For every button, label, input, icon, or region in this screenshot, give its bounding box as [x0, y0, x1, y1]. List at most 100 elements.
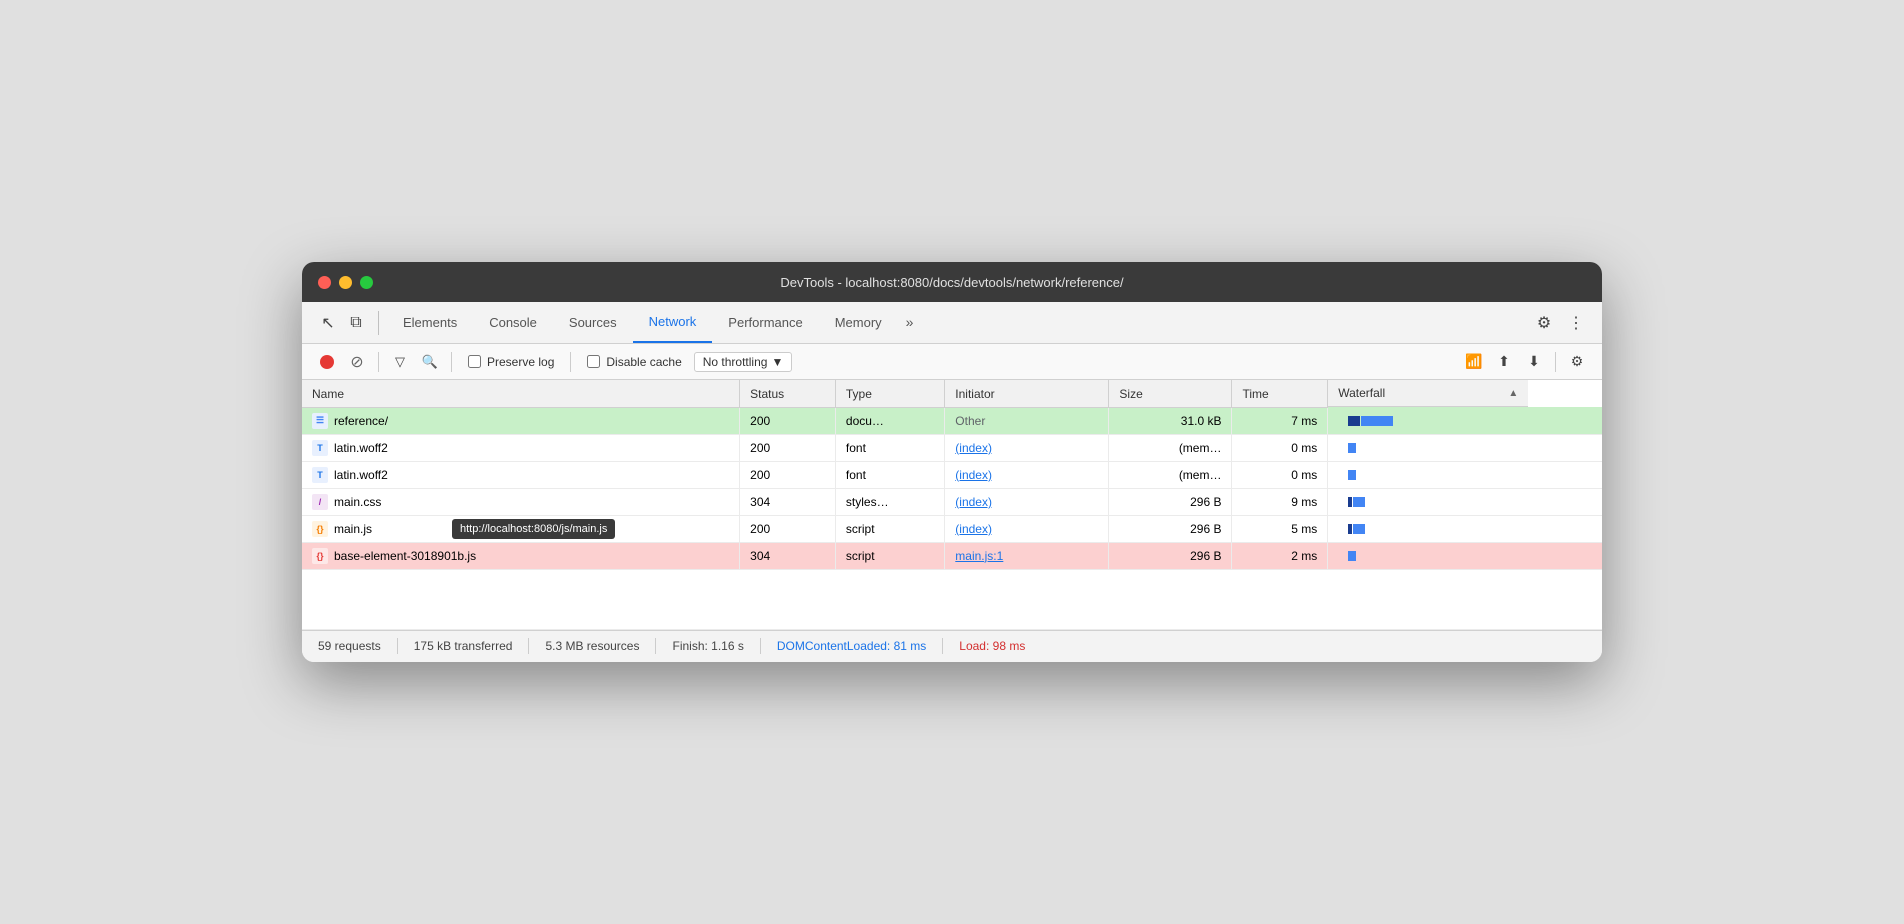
tab-memory[interactable]: Memory — [819, 301, 898, 343]
cursor-icon: ↖ — [321, 313, 334, 333]
waterfall-segment — [1353, 497, 1365, 507]
main-toolbar: ↖ ⧉ Elements Console Sources Network Per… — [302, 302, 1602, 344]
status-sep-3 — [655, 638, 656, 654]
devtools-window: DevTools - localhost:8080/docs/devtools/… — [302, 262, 1602, 662]
cell-initiator: Other — [945, 407, 1109, 434]
disable-cache-label: Disable cache — [606, 355, 681, 369]
minimize-button[interactable] — [339, 276, 352, 289]
table-row[interactable]: T latin.woff2 200font(index)(mem…0 ms — [302, 434, 1602, 461]
tab-network[interactable]: Network — [633, 301, 713, 343]
search-button[interactable]: 🔍 — [417, 349, 443, 375]
cell-size: 31.0 kB — [1109, 407, 1232, 434]
table-row[interactable]: T latin.woff2 200font(index)(mem…0 ms — [302, 461, 1602, 488]
cell-name: ☰ reference/ — [302, 407, 740, 434]
cell-size: 296 B — [1109, 515, 1232, 542]
cell-waterfall — [1328, 461, 1602, 488]
waterfall-segment — [1348, 470, 1356, 480]
dom-content-loaded: DOMContentLoaded: 81 ms — [777, 639, 926, 653]
tab-more-button[interactable]: » — [898, 301, 922, 343]
net-sep-1 — [378, 352, 379, 372]
tab-performance[interactable]: Performance — [712, 301, 818, 343]
toolbar-separator-1 — [378, 311, 379, 335]
cell-initiator[interactable]: (index) — [945, 488, 1109, 515]
cell-initiator[interactable]: (index) — [945, 461, 1109, 488]
waterfall-segment — [1348, 416, 1360, 426]
upload-button[interactable]: ⬆ — [1491, 349, 1517, 375]
title-bar: DevTools - localhost:8080/docs/devtools/… — [302, 262, 1602, 302]
finish-time: Finish: 1.16 s — [672, 639, 743, 653]
cursor-icon-btn[interactable]: ↖ — [314, 309, 342, 337]
column-header-name[interactable]: Name — [302, 380, 740, 407]
wifi-settings-button[interactable]: 📶 — [1461, 349, 1487, 375]
transferred-size: 175 kB transferred — [414, 639, 513, 653]
cell-name: {} base-element-3018901b.js — [302, 542, 740, 569]
initiator-link[interactable]: (index) — [955, 468, 992, 482]
column-header-waterfall[interactable]: Waterfall ▲ — [1328, 380, 1528, 407]
table-row[interactable]: / main.css 304styles…(index)296 B9 ms — [302, 488, 1602, 515]
close-button[interactable] — [318, 276, 331, 289]
initiator-link[interactable]: main.js:1 — [955, 549, 1003, 563]
maximize-button[interactable] — [360, 276, 373, 289]
wifi-icon: 📶 — [1465, 353, 1482, 370]
cell-type: script — [835, 542, 944, 569]
more-options-icon-btn[interactable]: ⋮ — [1562, 309, 1590, 337]
table-row[interactable]: {} main.js http://localhost:8080/js/main… — [302, 515, 1602, 542]
column-header-initiator[interactable]: Initiator — [945, 380, 1109, 407]
status-sep-1 — [397, 638, 398, 654]
column-header-status[interactable]: Status — [740, 380, 836, 407]
tab-sources[interactable]: Sources — [553, 301, 633, 343]
clear-button[interactable]: ⊘ — [344, 349, 370, 375]
cell-size: 296 B — [1109, 488, 1232, 515]
cell-status: 304 — [740, 488, 836, 515]
tab-elements[interactable]: Elements — [387, 301, 473, 343]
initiator-link[interactable]: (index) — [955, 441, 992, 455]
file-name: main.js — [334, 522, 372, 536]
table-row[interactable]: ☰ reference/ 200docu…Other31.0 kB7 ms — [302, 407, 1602, 434]
cell-initiator[interactable]: (index) — [945, 515, 1109, 542]
cell-time: 7 ms — [1232, 407, 1328, 434]
layers-icon: ⧉ — [350, 314, 361, 332]
waterfall-segment — [1348, 551, 1356, 561]
cell-initiator[interactable]: main.js:1 — [945, 542, 1109, 569]
tab-console[interactable]: Console — [473, 301, 553, 343]
layers-icon-btn[interactable]: ⧉ — [342, 309, 370, 337]
empty-table-area — [302, 570, 1602, 630]
file-type-icon: {} — [312, 521, 328, 537]
file-name: latin.woff2 — [334, 441, 388, 455]
cell-type: script — [835, 515, 944, 542]
tooltip: http://localhost:8080/js/main.js — [452, 519, 615, 539]
search-icon: 🔍 — [422, 354, 438, 370]
throttle-select[interactable]: No throttling ▼ — [694, 352, 793, 372]
filter-button[interactable]: ▽ — [387, 349, 413, 375]
table-header-row: Name Status Type Initiator Size — [302, 380, 1602, 407]
disable-cache-checkbox-label[interactable]: Disable cache — [579, 355, 689, 369]
initiator-link[interactable]: (index) — [955, 495, 992, 509]
sort-asc-icon: ▲ — [1508, 388, 1518, 399]
column-header-size[interactable]: Size — [1109, 380, 1232, 407]
cell-waterfall — [1328, 434, 1602, 461]
file-type-icon: ☰ — [312, 413, 328, 429]
record-button[interactable] — [314, 349, 340, 375]
cell-time: 9 ms — [1232, 488, 1328, 515]
table-row[interactable]: {} base-element-3018901b.js 304scriptmai… — [302, 542, 1602, 569]
filter-icon: ▽ — [395, 354, 405, 370]
cell-waterfall — [1328, 407, 1602, 434]
preserve-log-checkbox[interactable] — [468, 355, 481, 368]
column-header-type[interactable]: Type — [835, 380, 944, 407]
initiator-link[interactable]: (index) — [955, 522, 992, 536]
waterfall-segment — [1348, 443, 1356, 453]
cell-status: 200 — [740, 407, 836, 434]
record-icon — [320, 355, 334, 369]
status-sep-5 — [942, 638, 943, 654]
preserve-log-checkbox-label[interactable]: Preserve log — [460, 355, 562, 369]
column-header-time[interactable]: Time — [1232, 380, 1328, 407]
cell-initiator[interactable]: (index) — [945, 434, 1109, 461]
network-settings-button[interactable]: ⚙ — [1564, 349, 1590, 375]
network-settings-icon: ⚙ — [1571, 353, 1584, 370]
download-button[interactable]: ⬇ — [1521, 349, 1547, 375]
requests-count: 59 requests — [318, 639, 381, 653]
cell-time: 0 ms — [1232, 461, 1328, 488]
disable-cache-checkbox[interactable] — [587, 355, 600, 368]
file-name: latin.woff2 — [334, 468, 388, 482]
settings-icon-btn[interactable]: ⚙ — [1530, 309, 1558, 337]
